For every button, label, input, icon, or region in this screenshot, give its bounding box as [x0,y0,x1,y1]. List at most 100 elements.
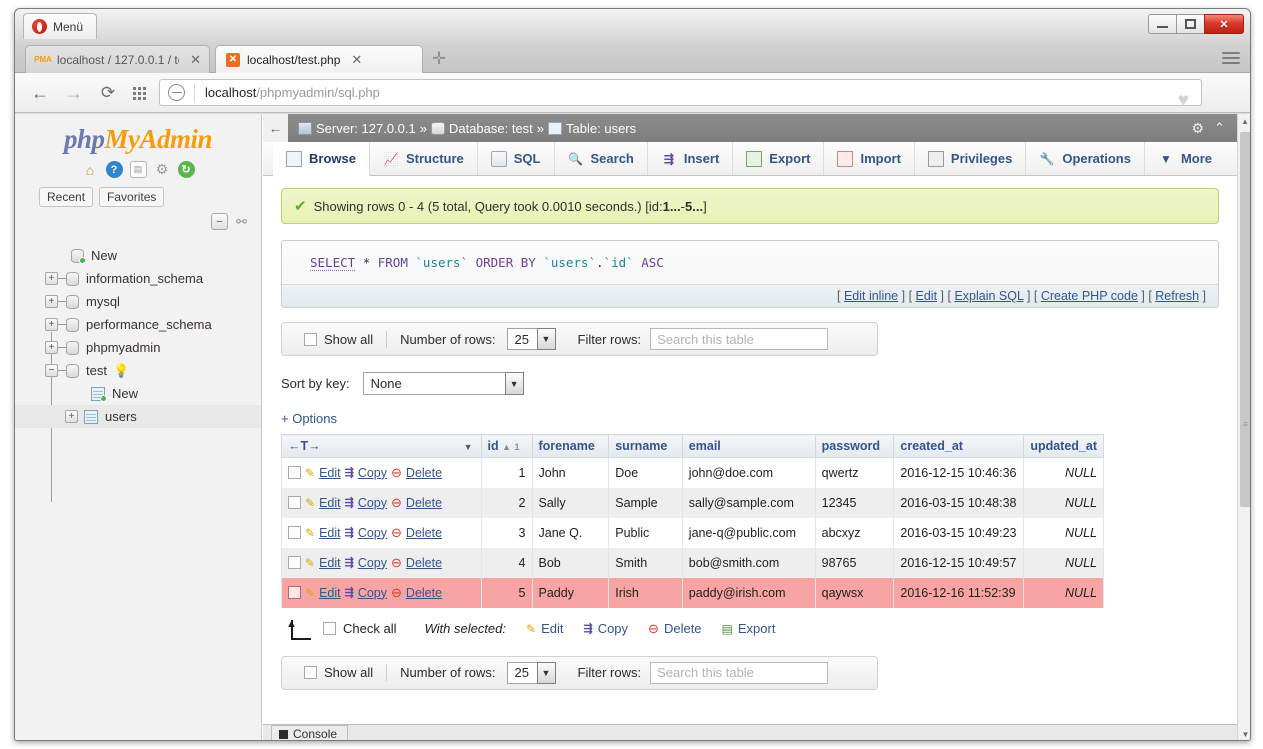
page-scrollbar[interactable]: ▲ ≡ ▼ [1237,114,1251,741]
tab-structure[interactable]: 📈 Structure [370,142,478,175]
back-arrow-button[interactable]: ← [263,114,288,142]
collapse-icon[interactable]: − [45,364,58,377]
speed-dial-icon[interactable] [128,83,150,103]
expand-icon[interactable]: + [45,341,58,354]
close-tab-icon[interactable]: ✕ [190,52,201,68]
header-surname[interactable]: surname [609,435,683,458]
link-with-main-panel-icon[interactable]: ⚯ [236,214,247,230]
maximize-button[interactable] [1176,14,1205,34]
close-tab-icon[interactable]: ✕ [351,52,362,68]
edit-inline-link[interactable]: Edit inline [844,289,898,303]
bookmark-heart-icon[interactable]: ♥ [1178,91,1189,110]
reload-button[interactable]: ⟳ [97,83,119,103]
delete-row-link[interactable]: Delete [406,586,442,600]
header-id[interactable]: id ▲ 1 [481,435,532,458]
page-info-icon[interactable] [168,84,185,101]
minimize-button[interactable] [1148,14,1177,34]
new-tab-button[interactable]: ✛ [428,50,450,70]
table-row[interactable]: ✎ Edit ⇶ Copy ⊖ Delete 1 John Doe [282,458,1104,488]
row-checkbox[interactable] [288,586,301,599]
with-selected-edit[interactable]: ✎ Edit [526,621,563,636]
row-checkbox[interactable] [288,556,301,569]
with-selected-export[interactable]: ▤ Export [722,621,776,636]
tab-operations[interactable]: 🔧 Operations [1026,142,1145,175]
sort-by-key-select[interactable]: None ▼ [363,372,524,395]
gear-icon[interactable]: ⚙ [1192,120,1205,137]
tree-item-users[interactable]: + users [15,405,261,428]
copy-row-link[interactable]: Copy [358,466,387,480]
number-of-rows-select-bottom[interactable]: 25 ▼ [507,662,556,684]
tab-browse[interactable]: Browse [273,142,370,176]
settings-icon[interactable]: ⚙ [154,161,171,178]
chevron-down-icon[interactable]: ▼ [464,442,473,452]
browser-tab-0[interactable]: PMA localhost / 127.0.0.1 / test ✕ [25,45,210,73]
select-all-arrow-icon[interactable]: ▲ [283,618,311,640]
breadcrumb-table[interactable]: Table: users [566,121,636,136]
tab-privileges[interactable]: Privileges [915,142,1026,175]
tab-search[interactable]: 🔍 Search [555,142,648,175]
nav-arrows-label[interactable]: ←T→ [288,439,321,453]
sql-query-text[interactable]: SELECT * FROM `users` ORDER BY `users`.`… [282,241,1218,284]
scroll-up-arrow[interactable]: ▲ [1238,114,1251,129]
header-updated-at[interactable]: updated_at [1024,435,1104,458]
breadcrumb-database[interactable]: Database: test [449,121,533,136]
browser-tab-1[interactable]: ✕ localhost/test.php ✕ [215,45,423,73]
edit-link[interactable]: Edit [916,289,938,303]
header-forename[interactable]: forename [532,435,609,458]
scroll-down-arrow[interactable]: ▼ [1238,727,1251,741]
table-row-highlighted[interactable]: ✎ Edit ⇶ Copy ⊖ Delete 5 Paddy Irish [282,578,1104,608]
with-selected-delete[interactable]: ⊖ Delete [648,621,701,637]
docs-icon[interactable]: ▤ [130,161,147,178]
forward-button[interactable]: → [63,83,85,103]
options-toggle-link[interactable]: + Options [281,411,1219,426]
tab-export[interactable]: Export [733,142,824,175]
edit-row-link[interactable]: Edit [319,526,341,540]
header-created-at[interactable]: created_at [894,435,1024,458]
refresh-link[interactable]: Refresh [1155,289,1199,303]
collapse-icon[interactable]: ⌃ [1214,120,1225,136]
expand-icon[interactable]: + [65,410,78,423]
help-icon[interactable]: ? [106,161,123,178]
collapse-all-icon[interactable]: − [211,213,228,230]
delete-row-link[interactable]: Delete [406,526,442,540]
console-toggle[interactable]: Console [271,725,348,741]
favorites-button[interactable]: Favorites [99,187,164,207]
show-all-checkbox-bottom[interactable] [304,666,317,679]
copy-row-link[interactable]: Copy [358,526,387,540]
breadcrumb-server[interactable]: Server: 127.0.0.1 [316,121,416,136]
expand-icon[interactable]: + [45,318,58,331]
row-checkbox[interactable] [288,496,301,509]
tree-item-mysql[interactable]: + mysql [15,290,261,313]
create-php-code-link[interactable]: Create PHP code [1041,289,1138,303]
copy-row-link[interactable]: Copy [358,556,387,570]
recent-button[interactable]: Recent [39,187,93,207]
tab-insert[interactable]: ⇶ Insert [648,142,733,175]
filter-rows-input-bottom[interactable]: Search this table [650,662,828,684]
row-checkbox[interactable] [288,466,301,479]
tree-item-test[interactable]: − test 💡 [15,359,261,382]
close-button[interactable]: ✕ [1204,14,1244,34]
tab-more[interactable]: ▼ More [1145,142,1225,175]
copy-row-link[interactable]: Copy [358,496,387,510]
address-bar[interactable]: localhost/phpmyadmin/sql.php ♥ [159,79,1202,106]
tree-item-new-table[interactable]: New [15,382,261,405]
opera-menu-button[interactable]: Menü [23,13,97,39]
tree-item-performance_schema[interactable]: + performance_schema [15,313,261,336]
expand-icon[interactable]: + [45,295,58,308]
delete-row-link[interactable]: Delete [406,496,442,510]
expand-icon[interactable]: + [45,272,58,285]
table-row[interactable]: ✎ Edit ⇶ Copy ⊖ Delete 4 Bob Smith [282,548,1104,578]
explain-sql-link[interactable]: Explain SQL [954,289,1023,303]
delete-row-link[interactable]: Delete [406,466,442,480]
tab-sql[interactable]: SQL [478,142,555,175]
edit-row-link[interactable]: Edit [319,556,341,570]
copy-row-link[interactable]: Copy [358,586,387,600]
home-icon[interactable]: ⌂ [82,161,99,178]
scrollbar-thumb[interactable] [1240,132,1251,507]
show-all-checkbox-top[interactable] [304,333,317,346]
reload-icon[interactable]: ↻ [178,161,195,178]
tab-menu-icon[interactable] [1222,52,1240,65]
header-email[interactable]: email [682,435,815,458]
check-all-checkbox[interactable] [323,622,336,635]
number-of-rows-select-top[interactable]: 25 ▼ [507,328,556,350]
